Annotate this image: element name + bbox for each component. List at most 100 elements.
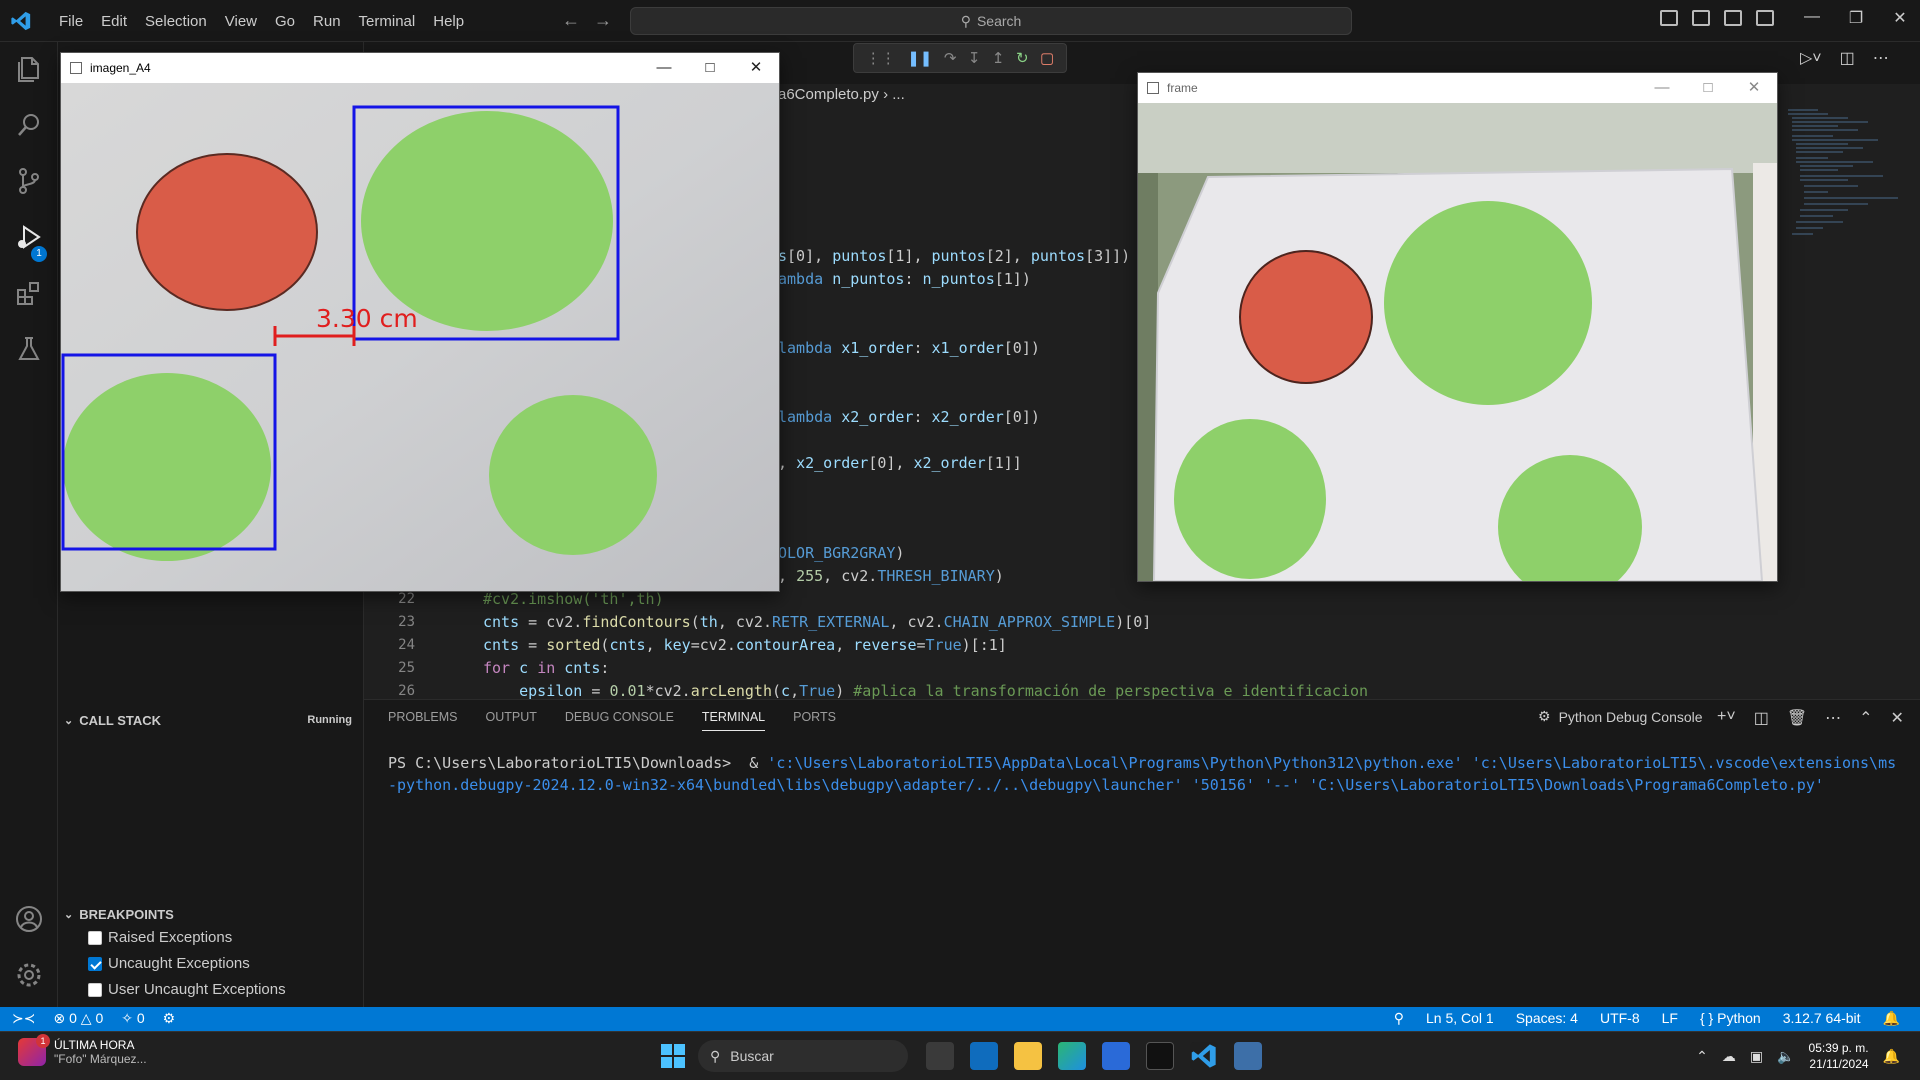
window-titlebar[interactable]: frame — □ ✕ (1138, 73, 1777, 103)
minimize-icon[interactable]: — (1790, 8, 1834, 28)
close-icon[interactable]: ✕ (733, 53, 779, 83)
menu-item-run[interactable]: Run (304, 13, 350, 30)
close-panel-icon[interactable]: ✕ (1891, 708, 1904, 728)
minimize-icon[interactable]: — (641, 53, 687, 83)
ports-status[interactable]: ✧ 0 (121, 1010, 144, 1027)
terminal-selector[interactable]: ⚙ Python Debug Console (1538, 708, 1703, 725)
drag-handle-icon[interactable]: ⋮⋮ (866, 49, 896, 67)
restart-icon[interactable]: ↻ (1016, 49, 1029, 67)
toggle-sidebar-icon[interactable] (1660, 10, 1678, 26)
minimize-icon[interactable]: — (1639, 73, 1685, 103)
extensions-icon[interactable] (14, 278, 44, 308)
call-stack-header[interactable]: ⌄ CALL STACK Running (58, 709, 364, 731)
source-control-icon[interactable] (14, 166, 44, 196)
stop-icon[interactable]: ▢ (1040, 49, 1054, 67)
step-out-icon[interactable]: ↥ (992, 49, 1005, 67)
menu-item-file[interactable]: File (50, 13, 92, 30)
split-editor-icon[interactable]: ◫ (1840, 48, 1855, 68)
close-icon[interactable]: ✕ (1878, 8, 1920, 28)
maximize-panel-icon[interactable]: ⌃ (1859, 708, 1872, 728)
split-terminal-icon[interactable]: ◫ (1754, 708, 1769, 728)
breadcrumb[interactable]: a6Completo.py › ... (778, 86, 905, 103)
terminal-output[interactable]: PS C:\Users\LaboratorioLTI5\Downloads> &… (388, 752, 1898, 796)
line-ending[interactable]: LF (1662, 1010, 1678, 1027)
tab-debug-console[interactable]: DEBUG CONSOLE (565, 710, 674, 731)
encoding[interactable]: UTF-8 (1600, 1010, 1640, 1027)
task-view-icon[interactable] (926, 1042, 954, 1070)
menu-item-selection[interactable]: Selection (136, 13, 216, 30)
account-icon[interactable] (14, 904, 44, 934)
step-into-icon[interactable]: ↧ (968, 49, 981, 67)
tab-problems[interactable]: PROBLEMS (388, 710, 457, 731)
step-over-icon[interactable]: ↷ (944, 49, 957, 67)
run-file-icon[interactable]: ▷˅ (1800, 48, 1822, 68)
breakpoint-raised-exceptions[interactable]: Raised Exceptions (88, 929, 232, 946)
explorer-icon[interactable] (14, 54, 44, 84)
restore-icon[interactable]: ❐ (1834, 8, 1878, 28)
more-actions-icon[interactable]: ⋯ (1825, 708, 1841, 728)
chevron-up-icon[interactable]: ⌃ (1696, 1048, 1708, 1065)
search-icon[interactable] (14, 110, 44, 140)
interpreter-version[interactable]: 3.12.7 64-bit (1783, 1010, 1861, 1027)
checkbox[interactable] (88, 982, 102, 997)
clock[interactable]: 05:39 p. m. 21/11/2024 (1809, 1040, 1869, 1072)
toggle-panel-icon[interactable] (1692, 10, 1710, 26)
tab-output[interactable]: OUTPUT (485, 710, 536, 731)
tab-terminal[interactable]: TERMINAL (701, 710, 766, 731)
breakpoints-header[interactable]: ⌄ BREAKPOINTS (58, 903, 364, 925)
taskbar-search[interactable]: ⚲ Buscar (698, 1040, 908, 1072)
breakpoint-uncaught-exceptions[interactable]: Uncaught Exceptions (88, 955, 250, 972)
file-explorer-icon[interactable] (1014, 1042, 1042, 1070)
back-arrow-icon[interactable]: ← (562, 10, 580, 31)
settings-gear-icon[interactable] (14, 960, 44, 990)
notification-bell-icon[interactable]: 🔔 (1883, 1048, 1900, 1065)
language-mode[interactable]: { } Python (1700, 1010, 1761, 1027)
vscode-taskbar-icon[interactable] (1190, 1042, 1218, 1070)
display-icon[interactable]: ▣ (1750, 1048, 1763, 1065)
new-terminal-icon[interactable]: +˅ (1717, 708, 1736, 728)
trash-icon[interactable]: 🗑 (1787, 708, 1807, 728)
remote-icon[interactable]: ≻≺ (12, 1010, 35, 1027)
command-search[interactable]: ⚲ Search (630, 7, 1352, 35)
python-icon[interactable] (1234, 1042, 1262, 1070)
menu-item-edit[interactable]: Edit (92, 13, 136, 30)
frame-window[interactable]: frame — □ ✕ (1137, 72, 1778, 582)
breadcrumb-more[interactable]: ... (892, 86, 905, 103)
menu-item-terminal[interactable]: Terminal (350, 13, 425, 30)
breakpoint-user-uncaught-exceptions[interactable]: User Uncaught Exceptions (88, 981, 286, 998)
cursor-position[interactable]: Ln 5, Col 1 (1426, 1010, 1494, 1027)
zoom-icon[interactable]: ⚲ (1394, 1010, 1404, 1027)
window-titlebar[interactable]: imagen_A4 — □ ✕ (61, 53, 779, 83)
volume-icon[interactable]: 🔈 (1777, 1048, 1794, 1065)
testing-icon[interactable] (14, 334, 44, 364)
windows-start-icon[interactable] (660, 1043, 686, 1069)
breadcrumb-file[interactable]: a6Completo.py (778, 86, 879, 103)
indentation[interactable]: Spaces: 4 (1516, 1010, 1578, 1027)
outlook-icon[interactable] (970, 1042, 998, 1070)
onedrive-icon[interactable]: ☁ (1722, 1048, 1736, 1065)
menu-item-view[interactable]: View (216, 13, 266, 30)
debug-status-icon[interactable]: ⚙ (163, 1010, 176, 1027)
clock-time: 05:39 p. m. (1808, 1041, 1869, 1055)
checkbox[interactable] (88, 930, 102, 945)
customize-layout-icon[interactable] (1756, 10, 1774, 26)
tab-ports[interactable]: PORTS (793, 710, 836, 731)
more-actions-icon[interactable]: ⋯ (1873, 48, 1889, 68)
terminal-icon[interactable] (1146, 1042, 1174, 1070)
imagen-a4-window[interactable]: imagen_A4 — □ ✕ 3.30 cm (60, 52, 780, 592)
pause-icon[interactable]: ❚❚ (907, 49, 932, 67)
maximize-icon[interactable]: □ (1685, 73, 1731, 103)
checkbox[interactable] (88, 956, 102, 971)
forward-arrow-icon[interactable]: → (594, 10, 612, 31)
maximize-icon[interactable]: □ (687, 53, 733, 83)
minimap[interactable] (1788, 106, 1908, 286)
menu-item-go[interactable]: Go (266, 13, 304, 30)
close-icon[interactable]: ✕ (1731, 73, 1777, 103)
store-icon[interactable] (1102, 1042, 1130, 1070)
toggle-secondary-sidebar-icon[interactable] (1724, 10, 1742, 26)
notifications-bell-icon[interactable]: 🔔 (1883, 1010, 1900, 1027)
news-widget[interactable]: 1 ÚLTIMA HORA "Fofo" Márquez... (18, 1034, 147, 1066)
menu-item-help[interactable]: Help (424, 13, 473, 30)
problems-status[interactable]: ⊗ 0 △ 0 (53, 1010, 103, 1027)
edge-icon[interactable] (1058, 1042, 1086, 1070)
